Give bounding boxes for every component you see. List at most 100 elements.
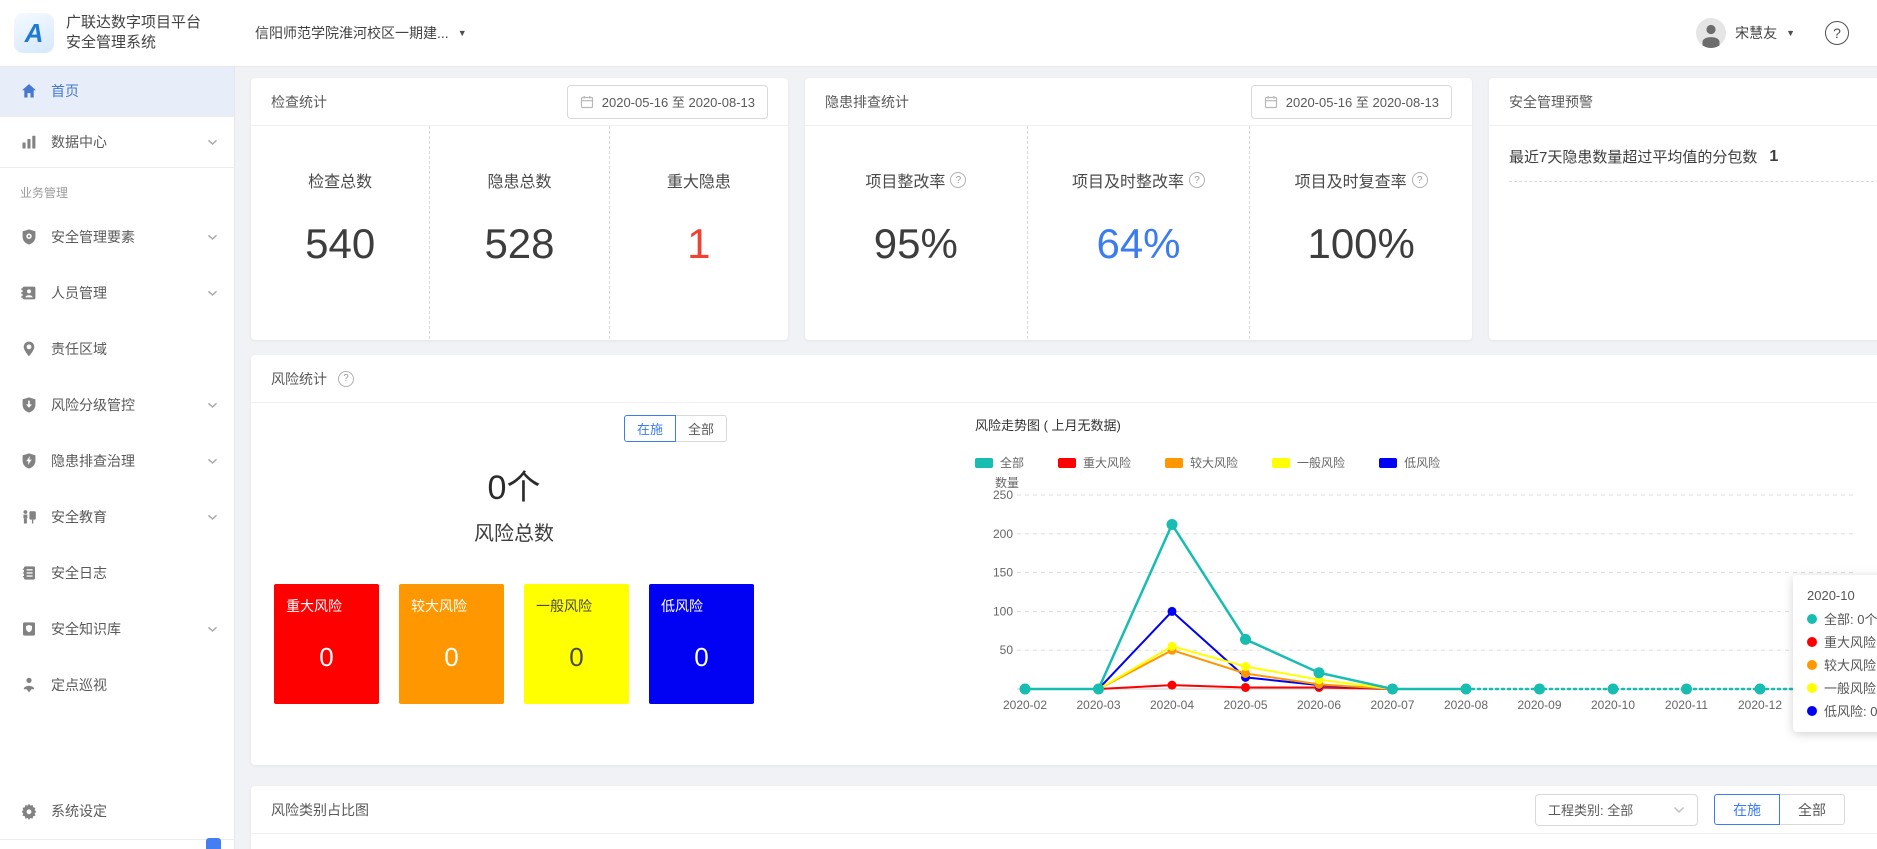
date-range-picker[interactable]: 2020-05-16 至 2020-08-13: [1251, 85, 1452, 119]
chevron-down-icon: [207, 139, 218, 146]
project-type-select-value: 工程类别: 全部: [1548, 800, 1633, 819]
sidebar-item-label: 首页: [51, 81, 79, 101]
risk-trend-chart: 数量501001502002502020-022020-032020-04202…: [975, 477, 1877, 732]
card-risk-category: 风险类别占比图 工程类别: 全部 在施全部: [251, 786, 1877, 849]
risk-box-重大风险[interactable]: 重大风险0: [274, 584, 379, 704]
svg-text:50: 50: [1000, 643, 1014, 657]
legend-item-全部[interactable]: 全部: [975, 454, 1024, 471]
sidebar-item-label: 系统设定: [51, 801, 107, 821]
risk-box-较大风险[interactable]: 较大风险0: [399, 584, 504, 704]
sidebar-item-safety-education[interactable]: 安全教育: [0, 489, 234, 545]
svg-text:2020-12: 2020-12: [1738, 698, 1782, 712]
stat-column: 项目及时整改率? 64%: [1027, 126, 1250, 339]
stat-label: 项目及时整改率?: [1072, 168, 1205, 192]
user-name: 宋慧友: [1735, 23, 1777, 43]
warning-body: 最近7天隐患数量超过平均值的分包数 1: [1489, 126, 1877, 182]
stat-column: 项目整改率?95%: [805, 126, 1027, 339]
card-title: 风险类别占比图: [271, 800, 369, 820]
toggle-option-inactive[interactable]: 全部: [1779, 794, 1845, 825]
data-point: [1240, 634, 1251, 645]
caret-down-icon: ▼: [1786, 28, 1795, 38]
data-point: [1168, 642, 1177, 651]
sidebar-item-hazard-treatment[interactable]: 隐患排查治理: [0, 433, 234, 489]
legend-item-低风险[interactable]: 低风险: [1379, 454, 1440, 471]
risk-box-低风险[interactable]: 低风险0: [649, 584, 754, 704]
toggle-option-active[interactable]: 在施: [1714, 794, 1780, 825]
user-menu[interactable]: 宋慧友 ▼: [1696, 18, 1795, 48]
help-icon[interactable]: ?: [1189, 172, 1205, 188]
calendar-icon: [1264, 95, 1278, 109]
shield-gear-icon: [20, 228, 38, 246]
stat-value: 64%: [1096, 220, 1180, 268]
card-title: 检查统计: [271, 92, 327, 112]
data-point: [1608, 684, 1619, 695]
project-selector-label: 信阳师范学院淮河校区一期建...: [255, 23, 449, 43]
risk-box-一般风险[interactable]: 一般风险0: [524, 584, 629, 704]
help-icon[interactable]: ?: [338, 371, 354, 387]
podium-icon: [20, 508, 38, 526]
tooltip-series-dot: [1807, 683, 1817, 693]
person-pin-icon: [20, 676, 38, 694]
legend-label: 较大风险: [1190, 454, 1238, 471]
sidebar-item-responsibility-area[interactable]: 责任区域: [0, 321, 234, 377]
legend-swatch: [1165, 458, 1183, 468]
chevron-down-icon: [1673, 806, 1685, 814]
data-point: [1168, 681, 1177, 690]
data-point: [1168, 607, 1177, 616]
date-range-value: 2020-05-16 至 2020-08-13: [1286, 92, 1439, 111]
data-point: [1461, 684, 1472, 695]
project-selector[interactable]: 信阳师范学院淮河校区一期建... ▼: [255, 23, 467, 43]
gear-icon: [20, 802, 38, 820]
date-range-picker[interactable]: 2020-05-16 至 2020-08-13: [567, 85, 768, 119]
stat-column: 隐患总数528: [429, 126, 608, 339]
sidebar-item-personnel[interactable]: 人员管理: [0, 265, 234, 321]
data-point: [1241, 662, 1250, 671]
sidebar-spacer: [0, 713, 234, 783]
legend-item-一般风险[interactable]: 一般风险: [1272, 454, 1345, 471]
warning-line: 最近7天隐患数量超过平均值的分包数 1: [1509, 146, 1877, 182]
sidebar-item-data-center[interactable]: 数据中心: [0, 117, 234, 167]
data-point: [1020, 684, 1031, 695]
sidebar-item-safety-elements[interactable]: 安全管理要素: [0, 209, 234, 265]
data-point: [1093, 684, 1104, 695]
legend-item-较大风险[interactable]: 较大风险: [1165, 454, 1238, 471]
help-icon[interactable]: ?: [950, 172, 966, 188]
shield-bolt-icon: [20, 452, 38, 470]
stat-label: 重大隐患: [667, 168, 731, 192]
legend-swatch: [1058, 458, 1076, 468]
stat-value: 95%: [874, 220, 958, 268]
svg-text:2020-06: 2020-06: [1297, 698, 1341, 712]
home-icon: [20, 82, 38, 100]
sidebar-item-fixed-point-patrol[interactable]: 定点巡视: [0, 657, 234, 713]
sidebar-item-system-settings[interactable]: 系统设定: [0, 783, 234, 839]
sidebar-item-knowledge-base[interactable]: 安全知识库: [0, 601, 234, 657]
toggle-option-inactive[interactable]: 全部: [675, 415, 727, 442]
help-icon[interactable]: ?: [1412, 172, 1428, 188]
sidebar-item-label: 数据中心: [51, 132, 107, 152]
card-title: 风险统计 ?: [271, 369, 354, 389]
data-point: [1241, 683, 1250, 692]
toggle-option-active[interactable]: 在施: [624, 415, 676, 442]
sidebar-item-safety-log[interactable]: 安全日志: [0, 545, 234, 601]
chevron-down-icon: [207, 514, 218, 521]
tooltip-row: 低风险: 0个: [1807, 699, 1877, 722]
card-header: 检查统计 2020-05-16 至 2020-08-13: [251, 78, 788, 126]
card-header: 风险统计 ?: [251, 355, 1877, 403]
sidebar-item-label: 责任区域: [51, 339, 107, 359]
status-toggle: 在施全部: [274, 415, 754, 442]
tooltip-row-text: 低风险: 0个: [1824, 701, 1877, 720]
project-type-select[interactable]: 工程类别: 全部: [1535, 794, 1698, 826]
stat-column: 检查总数540: [251, 126, 429, 339]
sidebar-item-home[interactable]: 首页: [0, 66, 234, 116]
chevron-down-icon: [207, 234, 218, 241]
chart-tooltip: 2020-10 全部: 0个重大风险: 0个较大风险: 0个一般风险: 0个低风…: [1793, 575, 1877, 732]
sidebar-item-risk-control[interactable]: 风险分级管控: [0, 377, 234, 433]
shield-arrow-icon: [20, 396, 38, 414]
help-icon[interactable]: ?: [1825, 21, 1849, 45]
legend-item-重大风险[interactable]: 重大风险: [1058, 454, 1131, 471]
stat-column: 重大隐患1: [609, 126, 788, 339]
risk-body: 在施全部 0个 风险总数 重大风险0较大风险0一般风险0低风险0 风险走势图 (…: [251, 403, 1877, 732]
sidebar-bottom-partial-icon[interactable]: [206, 838, 221, 849]
svg-text:2020-09: 2020-09: [1517, 698, 1561, 712]
svg-text:2020-10: 2020-10: [1591, 698, 1635, 712]
